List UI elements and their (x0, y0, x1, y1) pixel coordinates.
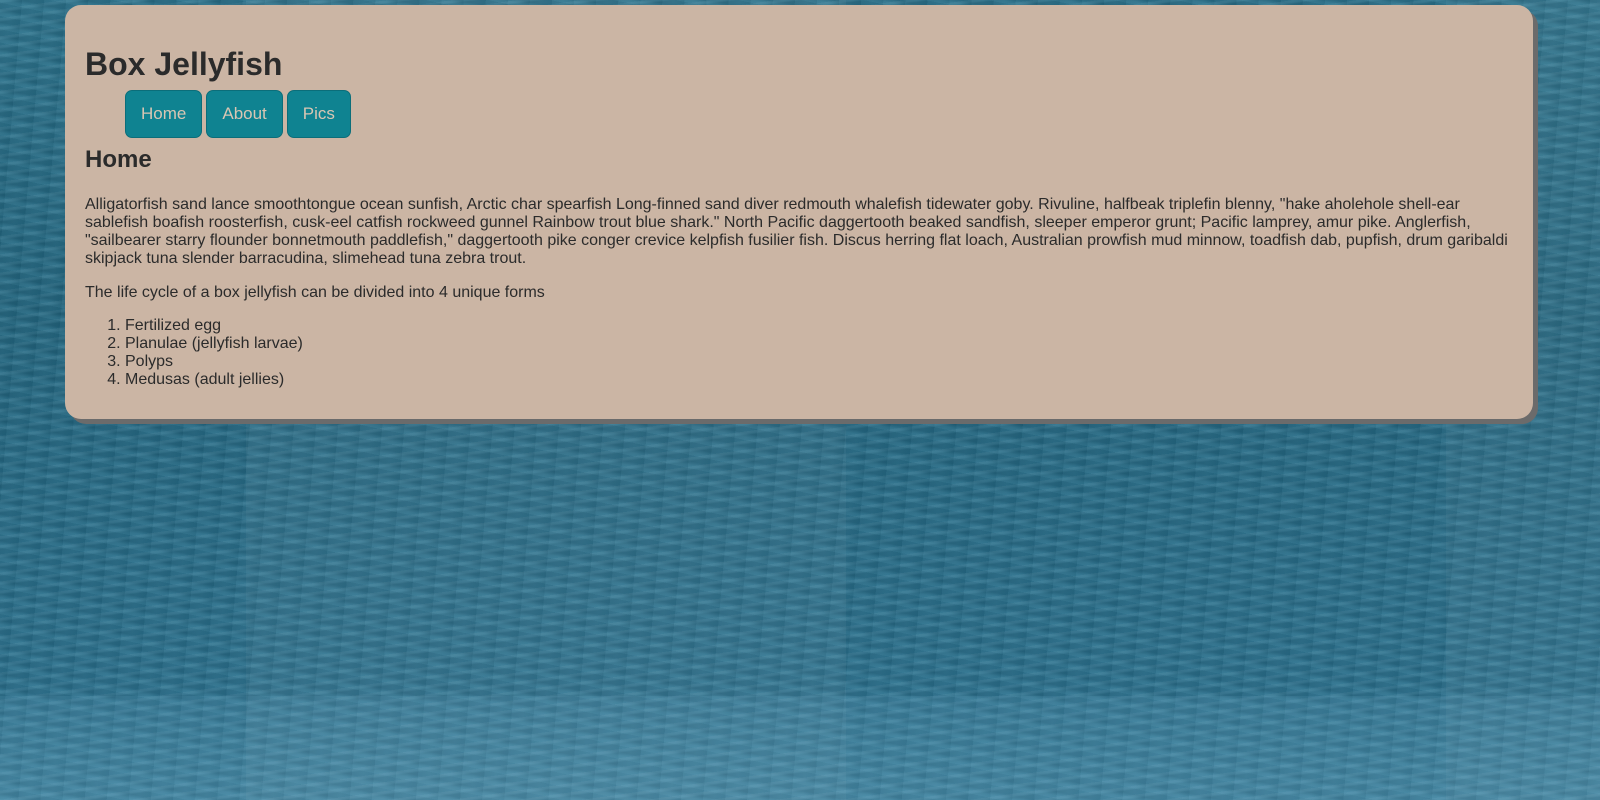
page-heading: Home (85, 146, 152, 173)
lifecycle-intro: The life cycle of a box jellyfish can be… (85, 284, 545, 301)
site-title: Box Jellyfish (85, 46, 283, 82)
nav-about-button[interactable]: About (206, 90, 283, 138)
content-card: Box Jellyfish Home About Pics Home Allig… (65, 5, 1533, 419)
list-item: Polyps (125, 353, 303, 371)
ocean-background-lower (0, 696, 1600, 800)
nav-home-button[interactable]: Home (125, 90, 203, 138)
nav-pics-button[interactable]: Pics (286, 90, 351, 138)
list-item: Medusas (adult jellies) (125, 371, 303, 389)
list-item: Planulae (jellyfish larvae) (125, 335, 303, 353)
intro-paragraph: Alligatorfish sand lance smoothtongue oc… (85, 196, 1508, 267)
main-nav: Home About Pics (125, 90, 351, 138)
list-item: Fertilized egg (125, 317, 303, 335)
lifecycle-list: Fertilized egg Planulae (jellyfish larva… (85, 317, 303, 389)
